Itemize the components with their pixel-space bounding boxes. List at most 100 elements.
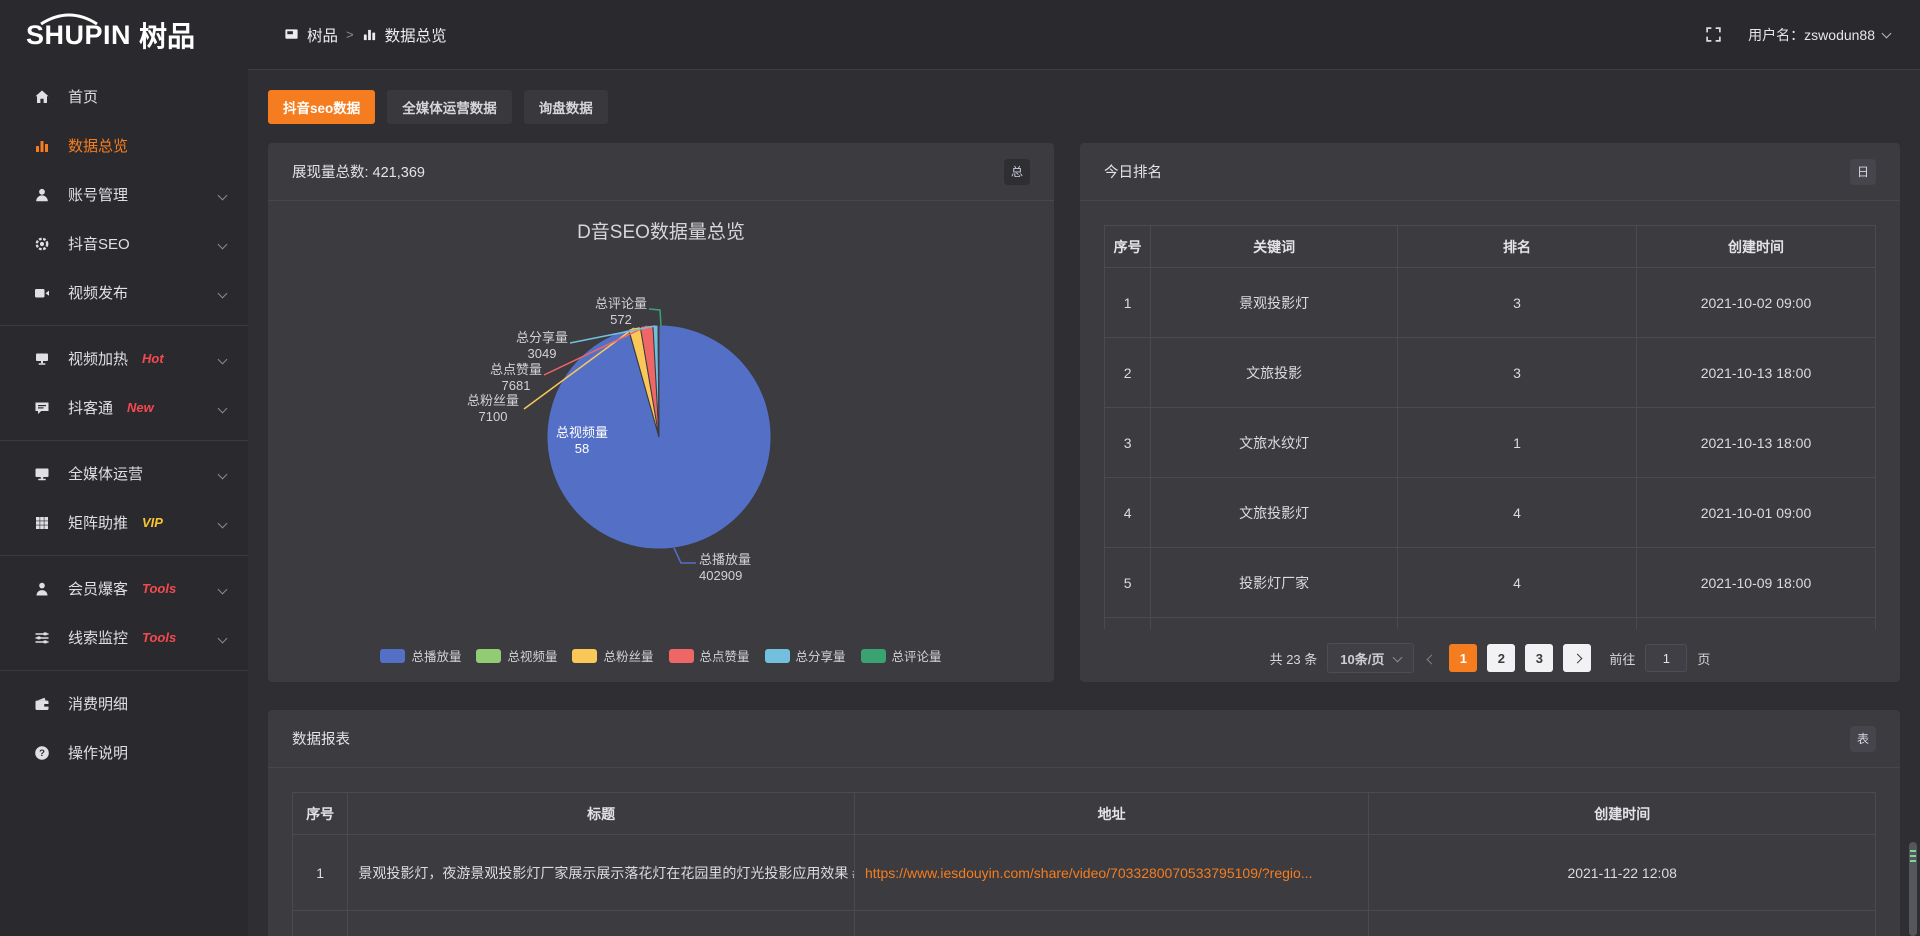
sidebar-item-抖客通[interactable]: 抖客通New [0, 383, 248, 432]
pie-label-value: 572 [595, 312, 647, 328]
sidebar-item-视频发布[interactable]: 视频发布 [0, 268, 248, 317]
app-logo[interactable]: SHUPIN 树品 [0, 0, 248, 70]
page-button-1[interactable]: 1 [1449, 644, 1477, 672]
legend-item-总粉丝量[interactable]: 总粉丝量 [572, 646, 653, 665]
sidebar-item-label: 视频加热 [68, 348, 128, 369]
pie-svg[interactable] [268, 201, 1054, 681]
table-cell: 3 [1105, 408, 1151, 478]
tab-全媒体运营数据[interactable]: 全媒体运营数据 [387, 90, 512, 124]
sidebar-item-全媒体运营[interactable]: 全媒体运营 [0, 449, 248, 498]
ranking-card-header: 今日排名 日 [1080, 143, 1900, 201]
goto-page-input[interactable] [1645, 644, 1687, 672]
sidebar-divider [0, 670, 248, 671]
sidebar-item-会员爆客[interactable]: 会员爆客Tools [0, 564, 248, 613]
sidebar-divider [0, 325, 248, 326]
sidebar-item-抖音SEO[interactable]: 抖音SEO [0, 219, 248, 268]
topbar: 树品 > 数据总览 用户名：zswodun88 [248, 0, 1920, 70]
pagination: 共 23 条 10条/页 123 前往 页 [1104, 643, 1876, 673]
page-scrollbar[interactable] [1909, 842, 1917, 936]
table-view-badge[interactable]: 表 [1850, 726, 1876, 752]
pie-label-value: 3049 [516, 346, 568, 362]
sidebar-item-label: 矩阵助推 [68, 512, 128, 533]
table-cell: 2021-10-13 18:00 [1636, 338, 1875, 408]
sidebar-item-消费明细[interactable]: 消费明细 [0, 679, 248, 728]
chevron-down-icon [219, 629, 226, 646]
table-row: 1景观投影灯，夜游景观投影灯厂家展示展示落花灯在花园里的灯光投影应用效果 #ht… [293, 835, 1876, 911]
legend-label: 总视频量 [507, 646, 557, 665]
sidebar-item-数据总览[interactable]: 数据总览 [0, 121, 248, 170]
overview-card-header: 展现量总数: 421,369 总 [268, 143, 1054, 201]
sidebar-item-视频加热[interactable]: 视频加热Hot [0, 334, 248, 383]
table-cell: 2 [1105, 338, 1151, 408]
pie-label-总分享量: 总分享量3049 [516, 330, 568, 362]
sidebar-item-账号管理[interactable]: 账号管理 [0, 170, 248, 219]
sidebar-item-首页[interactable]: 首页 [0, 72, 248, 121]
pie-label-value: 7100 [467, 409, 519, 425]
legend-item-总视频量[interactable]: 总视频量 [476, 646, 557, 665]
sliders-icon [34, 630, 54, 646]
sidebar-item-tag: New [127, 400, 154, 415]
report-title: 数据报表 [292, 728, 350, 749]
legend-item-总点赞量[interactable]: 总点赞量 [669, 646, 750, 665]
column-header-地址: 地址 [854, 793, 1368, 835]
legend-item-总评论量[interactable]: 总评论量 [861, 646, 942, 665]
page-size-select[interactable]: 10条/页 [1327, 643, 1414, 673]
report-card-body: 序号标题地址创建时间1景观投影灯，夜游景观投影灯厂家展示展示落花灯在花园里的灯光… [268, 792, 1900, 936]
pie-leader-line [674, 548, 696, 563]
table-cell: 2021-11-22 12:08 [1369, 835, 1876, 911]
report-card: 数据报表 表 序号标题地址创建时间1景观投影灯，夜游景观投影灯厂家展示展示落花灯… [268, 710, 1900, 936]
chevron-down-icon [219, 235, 226, 252]
table-cell: 2021-10-02 09:00 [1636, 268, 1875, 338]
legend-chip [861, 649, 886, 663]
video-link[interactable]: https://www.iesdouyin.com/share/video/70… [865, 865, 1313, 881]
sidebar-item-label: 账号管理 [68, 184, 128, 205]
page-button-3[interactable]: 3 [1525, 644, 1553, 672]
pagination-total: 共 23 条 [1270, 649, 1318, 668]
pie-label-name: 总点赞量 [490, 362, 542, 378]
pie-label-总粉丝量: 总粉丝量7100 [467, 393, 519, 425]
tab-询盘数据[interactable]: 询盘数据 [524, 90, 608, 124]
legend-item-总分享量[interactable]: 总分享量 [765, 646, 846, 665]
table-cell: 2021-10-13 18:00 [1636, 408, 1875, 478]
sidebar-item-操作说明[interactable]: ?操作说明 [0, 728, 248, 777]
table-cell: 2021-10-01 09:00 [1636, 478, 1875, 548]
overview-card: 展现量总数: 421,369 总 D音SEO数据量总览 总播放量总视频量总粉丝量… [268, 143, 1054, 682]
column-header-序号: 序号 [293, 793, 348, 835]
table-cell: 1 [1105, 268, 1151, 338]
svg-text:?: ? [39, 748, 45, 759]
legend-label: 总分享量 [796, 646, 846, 665]
table-cell: 4 [1397, 478, 1636, 548]
sidebar-item-label: 数据总览 [68, 135, 128, 156]
sidebar-item-矩阵助推[interactable]: 矩阵助推 VIP [0, 498, 248, 547]
sidebar-item-tag: VIP [142, 515, 163, 530]
sidebar: SHUPIN 树品 首页数据总览账号管理抖音SEO 视频发布视频加热Hot抖客通N… [0, 0, 248, 936]
daily-view-badge[interactable]: 日 [1850, 159, 1876, 185]
next-page-button[interactable] [1563, 644, 1591, 672]
pie-label-name: 总评论量 [595, 296, 647, 312]
legend-item-总播放量[interactable]: 总播放量 [380, 646, 461, 665]
user-menu[interactable]: 用户名：zswodun88 [1748, 25, 1890, 45]
table-cell: 文旅水纹灯 [1151, 408, 1398, 478]
table-cell: 5 [1105, 548, 1151, 618]
table-cell: 3 [1397, 338, 1636, 408]
page-button-2[interactable]: 2 [1487, 644, 1515, 672]
breadcrumb: 树品 > 数据总览 [284, 24, 447, 46]
sidebar-item-label: 视频发布 [68, 282, 128, 303]
page-buttons: 123 [1449, 644, 1553, 672]
main-area: 树品 > 数据总览 用户名：zswodun88 抖音seo数据全媒体运营数据询盘… [248, 0, 1920, 936]
table-cell: 4 [1397, 548, 1636, 618]
pie-label-总评论量: 总评论量572 [595, 296, 647, 328]
tab-抖音seo数据[interactable]: 抖音seo数据 [268, 90, 375, 124]
prev-page-button[interactable] [1424, 651, 1439, 666]
question-icon: ? [34, 745, 54, 761]
chevron-down-icon [219, 399, 226, 416]
total-view-badge[interactable]: 总 [1004, 159, 1030, 185]
fullscreen-icon[interactable] [1705, 26, 1722, 43]
breadcrumb-current: 数据总览 [385, 24, 447, 46]
monitor-icon [34, 466, 54, 482]
pie-label-value: 7681 [490, 378, 542, 394]
breadcrumb-root[interactable]: 树品 [307, 24, 338, 46]
pie-label-name: 总分享量 [516, 330, 568, 346]
sidebar-item-线索监控[interactable]: 线索监控Tools [0, 613, 248, 662]
breadcrumb-separator: > [346, 27, 354, 42]
